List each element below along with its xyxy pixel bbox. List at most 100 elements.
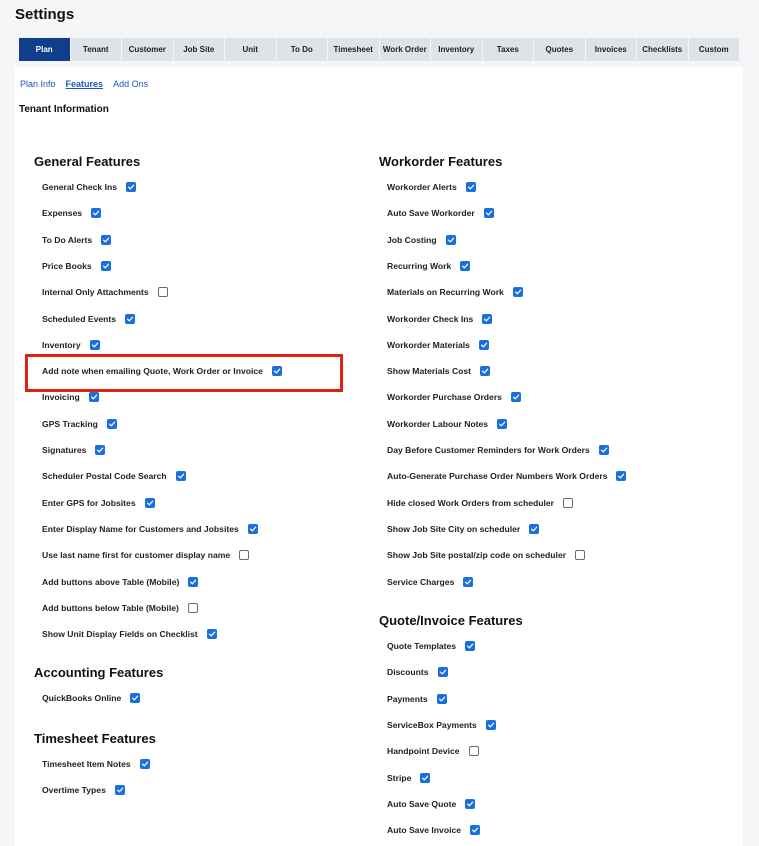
checkmark-icon [127, 184, 135, 190]
checkbox-use-last-name-first-for-customer-display-name[interactable] [239, 550, 250, 561]
feature-label: Overtime Types [42, 785, 106, 796]
feature-label: Enter GPS for Jobsites [42, 497, 136, 508]
checkbox-scheduled-events[interactable] [125, 313, 136, 324]
checkmark-icon [531, 526, 538, 532]
checkbox-show-unit-display-fields-on-checklist[interactable] [206, 629, 217, 640]
checkmark-icon [462, 263, 469, 269]
checkmark-icon [422, 775, 429, 780]
tab-customer[interactable]: Customer [122, 38, 174, 61]
tab-timesheet[interactable]: Timesheet [328, 38, 380, 61]
feature-label: Signatures [42, 445, 87, 455]
checkbox-invoicing[interactable] [88, 392, 99, 403]
feature-label: Quote Templates [387, 641, 457, 651]
checkbox-workorder-check-ins[interactable] [482, 313, 493, 324]
checkbox-workorder-purchase-orders[interactable] [510, 392, 521, 403]
checkbox-scheduler-postal-code-search[interactable] [175, 471, 186, 482]
tab-inventory[interactable]: Inventory [431, 38, 483, 61]
checkbox-handpoint-device[interactable] [468, 746, 479, 757]
checkbox-overtime-types[interactable] [114, 785, 125, 796]
checkbox-enter-display-name-for-customers-and-jobsites[interactable] [247, 523, 258, 534]
checkbox-enter-gps-for-jobsites[interactable] [144, 497, 155, 508]
feature-row-add-note-when-emailing-quote-work-order-or-invoice: Add note when emailing Quote, Work Order… [42, 364, 282, 378]
checkbox-workorder-alerts[interactable] [465, 182, 476, 192]
tab-invoices[interactable]: Invoices [585, 38, 637, 61]
tab-custom[interactable]: Custom [688, 38, 740, 61]
checkbox-auto-save-quote[interactable] [465, 798, 476, 809]
feature-label: Invoicing [42, 392, 80, 403]
checkbox-materials-on-recurring-work[interactable] [512, 287, 523, 298]
feature-row-add-buttons-below-table-mobile: Add buttons below Table (Mobile) [42, 601, 198, 615]
checkbox-show-job-site-city-on-scheduler[interactable] [529, 523, 540, 534]
checkbox-add-note-when-emailing-quote-work-order-or-invoice[interactable] [271, 366, 282, 377]
checkbox-hide-closed-work-orders-from-scheduler[interactable] [563, 497, 573, 508]
checkbox-service-charges[interactable] [463, 576, 474, 587]
checkbox-add-buttons-above-table-mobile[interactable] [188, 576, 199, 587]
feature-row-enter-gps-for-jobsites: Enter GPS for Jobsites [42, 496, 155, 510]
checkmark-icon [273, 368, 281, 374]
tab-plan[interactable]: Plan [19, 38, 71, 61]
checkbox-general-check-ins[interactable] [126, 182, 136, 192]
checkbox-signatures[interactable] [95, 445, 106, 455]
checkbox-stripe[interactable] [420, 772, 431, 783]
tab-job-site[interactable]: Job Site [173, 38, 225, 61]
section-title-timesheet-features: Timesheet Features [34, 731, 156, 746]
feature-label: Show Job Site postal/zip code on schedul… [387, 550, 567, 561]
checkmark-icon [93, 210, 100, 216]
feature-label: Job Costing [387, 234, 437, 245]
tab-unit[interactable]: Unit [225, 38, 277, 61]
checkbox-job-costing[interactable] [445, 234, 456, 245]
feature-row-show-job-site-postal-zip-code-on-scheduler: Show Job Site postal/zip code on schedul… [387, 548, 586, 562]
checkbox-inventory[interactable] [89, 339, 100, 350]
checkbox-auto-generate-purchase-order-numbers-work-orders[interactable] [616, 471, 627, 482]
checkbox-auto-save-workorder[interactable] [483, 208, 494, 219]
checkbox-payments[interactable] [436, 693, 447, 704]
checkbox-internal-only-attachments[interactable] [157, 287, 168, 298]
checkbox-show-materials-cost[interactable] [480, 366, 491, 377]
checkbox-quote-templates[interactable] [465, 641, 476, 651]
tab-work-order[interactable]: Work Order [379, 38, 431, 61]
feature-label: Use last name first for customer display… [42, 550, 231, 561]
feature-row-workorder-check-ins: Workorder Check Ins [387, 312, 493, 326]
checkbox-auto-save-invoice[interactable] [470, 825, 481, 836]
tab-quotes[interactable]: Quotes [534, 38, 586, 61]
feature-row-auto-save-invoice: Auto Save Invoice [387, 823, 481, 837]
tab-taxes[interactable]: Taxes [482, 38, 534, 61]
checkbox-to-do-alerts[interactable] [101, 234, 112, 245]
subnav-link-features[interactable]: Features [66, 79, 104, 89]
feature-label: Stripe [387, 772, 412, 783]
tab-checklists[interactable]: Checklists [637, 38, 689, 61]
tab-tenant[interactable]: Tenant [70, 38, 122, 61]
feature-row-workorder-materials: Workorder Materials [387, 338, 489, 352]
feature-row-invoicing: Invoicing [42, 390, 99, 404]
page-title: Settings [15, 6, 75, 23]
checkbox-add-buttons-below-table-mobile[interactable] [187, 602, 198, 613]
feature-row-timesheet-item-notes: Timesheet Item Notes [42, 757, 150, 771]
checkbox-day-before-customer-reminders-for-work-orders[interactable] [598, 445, 609, 455]
checkbox-price-books[interactable] [100, 260, 111, 271]
feature-label: Handpoint Device [387, 746, 460, 757]
checkbox-show-job-site-postal-zip-code-on-scheduler[interactable] [575, 550, 586, 561]
feature-label: Day Before Customer Reminders for Work O… [387, 445, 590, 455]
subnav-link-add-ons[interactable]: Add Ons [113, 79, 148, 89]
checkbox-quickbooks-online[interactable] [130, 693, 141, 703]
checkbox-recurring-work[interactable] [460, 260, 471, 271]
feature-row-enter-display-name-for-customers-and-jobsites: Enter Display Name for Customers and Job… [42, 522, 258, 536]
feature-label: To Do Alerts [42, 234, 93, 245]
feature-row-auto-generate-purchase-order-numbers-work-orders: Auto-Generate Purchase Order Numbers Wor… [387, 469, 627, 483]
checkbox-workorder-labour-notes[interactable] [497, 418, 508, 429]
feature-row-day-before-customer-reminders-for-work-orders: Day Before Customer Reminders for Work O… [387, 443, 609, 457]
checkbox-timesheet-item-notes[interactable] [139, 759, 150, 769]
checkmark-icon [249, 526, 256, 532]
checkmark-icon [467, 643, 474, 649]
checkbox-gps-tracking[interactable] [106, 418, 117, 429]
feature-row-handpoint-device: Handpoint Device [387, 744, 479, 758]
feature-label: Auto Save Quote [387, 798, 457, 809]
subnav-link-plan-info[interactable]: Plan Info [20, 79, 56, 89]
checkmark-icon [141, 761, 148, 767]
checkbox-expenses[interactable] [91, 208, 102, 219]
checkbox-workorder-materials[interactable] [478, 339, 489, 350]
checkbox-servicebox-payments[interactable] [485, 719, 496, 730]
tab-to-do[interactable]: To Do [276, 38, 328, 61]
checkbox-discounts[interactable] [437, 667, 448, 678]
feature-label: Discounts [387, 667, 429, 678]
